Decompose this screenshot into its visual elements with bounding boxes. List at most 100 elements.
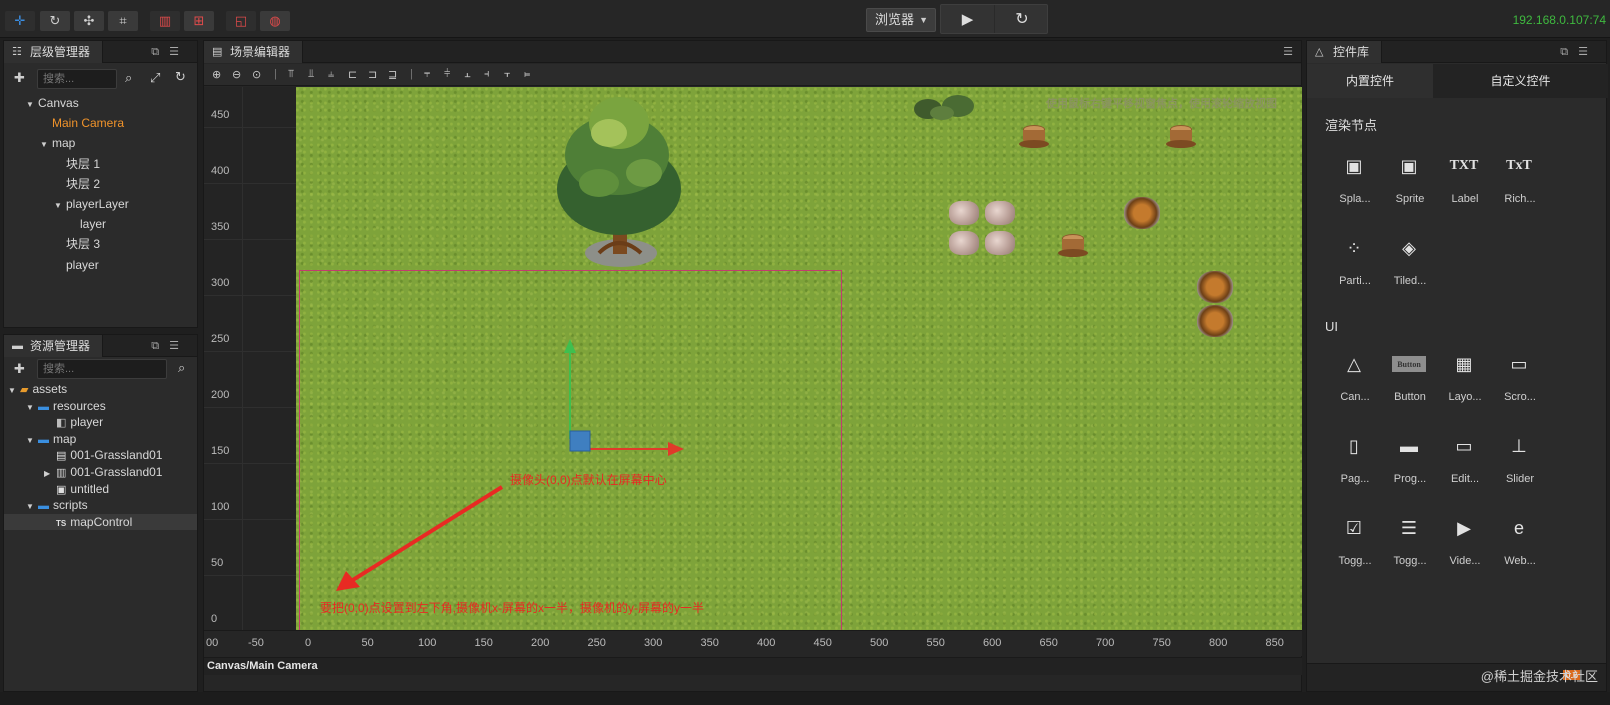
distribute-right-icon[interactable]: ⫢ <box>524 68 530 81</box>
hierarchy-search-input[interactable]: 搜索... <box>37 69 117 89</box>
control-item[interactable]: ◈ Tiled... <box>1384 231 1436 301</box>
coordinate-icon[interactable]: ◱ <box>226 11 256 31</box>
refresh-icon[interactable]: ↻ <box>175 69 186 85</box>
expand-icon[interactable]: ⤢ <box>150 70 160 86</box>
triangle-down-icon[interactable]: ▼ <box>40 135 52 155</box>
tab-builtin-controls[interactable]: 内置控件 <box>1307 64 1433 98</box>
control-item[interactable]: △ Can... <box>1329 347 1381 417</box>
triangle-right-icon[interactable]: ▶ <box>44 466 56 482</box>
control-icon: ▯ <box>1349 435 1359 456</box>
zoom-reset-icon[interactable]: ⊙ <box>252 68 261 81</box>
align-top-icon[interactable]: ⫪ <box>288 68 294 81</box>
rotate-tool-icon[interactable]: ↻ <box>40 11 70 31</box>
move-tool-icon[interactable]: ✛ <box>5 11 35 31</box>
asset-item[interactable]: ◧ player <box>44 414 103 430</box>
control-item[interactable]: ▭ Scro... <box>1494 347 1546 417</box>
control-item[interactable]: ☑ Togg... <box>1329 511 1381 581</box>
refresh-button[interactable]: ↻ <box>995 5 1049 33</box>
control-item[interactable]: ▬ Prog... <box>1384 429 1436 499</box>
triangle-down-icon[interactable]: ▼ <box>54 196 66 216</box>
asset-item[interactable]: ▼ ▬ resources <box>26 398 106 414</box>
asset-item[interactable]: ▤ 001-Grassland01 <box>44 447 162 463</box>
asset-item[interactable]: ▼ ▰ assets <box>8 381 67 397</box>
scale-tool-icon[interactable]: ✣ <box>74 11 104 31</box>
toolbar-divider: | <box>274 68 277 80</box>
align-vcenter-icon[interactable]: ⫫ <box>308 68 314 81</box>
hierarchy-node[interactable]: 块层 3 <box>66 234 100 254</box>
hierarchy-node[interactable]: 块层 2 <box>66 174 100 194</box>
tab-hierarchy[interactable]: ☷ 层级管理器 <box>4 41 104 63</box>
control-icon: ⊥ <box>1511 435 1527 456</box>
control-item[interactable]: ⁘ Parti... <box>1329 231 1381 301</box>
hierarchy-node[interactable]: ▼ map <box>40 133 75 153</box>
distribute-bottom-icon[interactable]: ⫠ <box>464 68 471 81</box>
hierarchy-node[interactable]: layer <box>80 214 106 234</box>
triangle-down-icon[interactable]: ▼ <box>26 95 38 115</box>
triangle-down-icon[interactable]: ▼ <box>26 433 38 449</box>
zoom-out-icon[interactable]: ⊖ <box>232 68 241 81</box>
rect-tool-icon[interactable]: ⌗ <box>108 11 138 31</box>
panel-menu-icons[interactable]: ⧉☰ <box>1560 45 1598 59</box>
tab-control-library[interactable]: △ 控件库 <box>1307 41 1383 63</box>
folder-icon: ▬ <box>38 433 49 446</box>
control-item[interactable]: ▣ Sprite <box>1384 149 1436 219</box>
hierarchy-node[interactable]: 块层 1 <box>66 154 100 174</box>
search-icon[interactable]: ⌕ <box>178 360 185 376</box>
control-item[interactable]: ▦ Layo... <box>1439 347 1491 417</box>
play-button[interactable]: ▶ <box>941 5 995 33</box>
panel-menu-icon[interactable]: ☰ <box>1283 45 1293 58</box>
hierarchy-node[interactable]: ▼ playerLayer <box>54 194 129 214</box>
align-hcenter-icon[interactable]: ⊐ <box>368 68 377 81</box>
align-right-icon[interactable]: ⊒ <box>388 68 397 81</box>
distribute-left-icon[interactable]: ⫞ <box>484 68 490 81</box>
search-icon[interactable]: ⌕ <box>125 70 132 86</box>
panel-menu-icons[interactable]: ⧉☰ <box>151 45 189 59</box>
control-item[interactable]: e Web... <box>1494 511 1546 581</box>
hierarchy-node[interactable]: Main Camera <box>52 113 124 133</box>
transform-gizmo[interactable] <box>560 337 690 477</box>
scene-viewport[interactable]: 450 400 350 300 250 200 150 100 50 0 使用鼠… <box>204 87 1302 630</box>
hierarchy-node[interactable]: ▼ Canvas <box>26 93 79 113</box>
hierarchy-node[interactable]: player <box>66 255 99 275</box>
asset-item[interactable]: ▣ untitled <box>44 481 109 497</box>
control-label: Slider <box>1505 473 1535 485</box>
asset-item[interactable]: ▼ ▬ map <box>26 431 76 447</box>
control-item[interactable]: TXT Label <box>1439 149 1491 219</box>
tab-assets[interactable]: ▬ 资源管理器 <box>4 335 104 357</box>
tab-custom-controls[interactable]: 自定义控件 <box>1433 64 1608 98</box>
control-item[interactable]: Button Button <box>1384 347 1436 417</box>
control-item[interactable]: ▣ Spla... <box>1329 149 1381 219</box>
assets-search-input[interactable]: 搜索... <box>37 359 167 379</box>
distribute-top-icon[interactable]: ⫧ <box>424 68 430 81</box>
zoom-in-icon[interactable]: ⊕ <box>212 68 221 81</box>
triangle-down-icon[interactable]: ▼ <box>26 499 38 515</box>
distribute-hcenter-icon[interactable]: ⫟ <box>504 68 511 81</box>
asset-item[interactable]: ▼ ▬ scripts <box>26 497 88 513</box>
x-tick-label: 0 <box>305 637 312 649</box>
tab-scene-editor[interactable]: ▤ 场景编辑器 <box>204 41 304 63</box>
grid-line <box>242 87 243 630</box>
align-left-icon[interactable]: ⊏ <box>348 68 357 81</box>
panel-menu-icons[interactable]: ⧉☰ <box>151 339 189 353</box>
control-label: Pag... <box>1340 473 1370 485</box>
preview-platform-select[interactable]: 浏览器 ▼ <box>866 8 936 32</box>
control-item[interactable]: TxT Rich... <box>1494 149 1546 219</box>
preview-ip-address[interactable]: 192.168.0.107:74 <box>1513 13 1606 27</box>
control-item[interactable]: ▭ Edit... <box>1439 429 1491 499</box>
control-item[interactable]: ▯ Pag... <box>1329 429 1381 499</box>
control-item[interactable]: ▶ Vide... <box>1439 511 1491 581</box>
triangle-down-icon[interactable]: ▼ <box>26 400 38 416</box>
triangle-down-icon[interactable]: ▼ <box>8 383 20 399</box>
pivot-icon[interactable]: ⊞ <box>184 11 214 31</box>
global-icon[interactable]: ◍ <box>260 11 290 31</box>
asset-item[interactable]: ▶ ▥ 001-Grassland01 <box>44 464 162 480</box>
y-tick-label: 100 <box>211 501 230 513</box>
align-bottom-icon[interactable]: ⫨ <box>328 68 334 81</box>
asset-item[interactable]: TS mapControl <box>4 513 197 530</box>
control-item[interactable]: ⊥ Slider <box>1494 429 1546 499</box>
anchor-icon[interactable]: ▥ <box>150 11 180 31</box>
add-node-icon[interactable]: ✚ <box>14 70 25 86</box>
control-item[interactable]: ☰ Togg... <box>1384 511 1436 581</box>
distribute-vcenter-icon[interactable]: ⫩ <box>444 68 450 81</box>
add-asset-icon[interactable]: ✚ <box>14 361 25 377</box>
